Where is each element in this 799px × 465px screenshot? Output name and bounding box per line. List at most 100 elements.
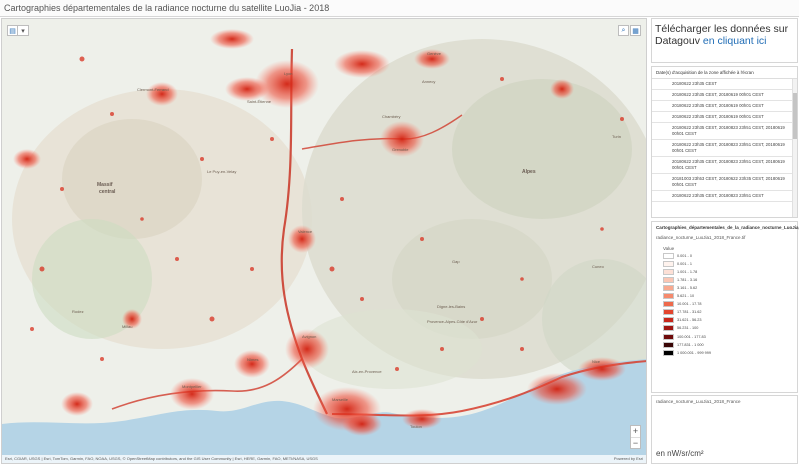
legend-item-label: 1.001 - 1.78	[677, 269, 698, 274]
zoom-control: + −	[630, 425, 641, 449]
attribution-text: Esri, CGIAR, USGS | Esri, TomTom, Garmin…	[5, 456, 318, 461]
legend-swatch	[663, 301, 674, 308]
legend-panel: Cartographies_départementales_de_la_radi…	[651, 221, 799, 393]
legend-item: 31.621 - 56.23	[663, 317, 793, 324]
legend-item: 0.001 - 1	[663, 260, 793, 267]
legend-item: 17.781 - 31.62	[663, 309, 793, 316]
download-text: Télécharger les données sur Datagouv en …	[655, 23, 794, 47]
legend-swatch	[663, 309, 674, 316]
map-label: Cuneo	[592, 264, 604, 269]
map-label: Digne-les-Bains	[437, 304, 466, 309]
legend-item: 0.001 - 0	[663, 252, 793, 259]
zoom-in-button[interactable]: +	[631, 426, 640, 437]
map-label: Alpes	[522, 169, 536, 175]
legend-swatch	[663, 341, 674, 348]
table-row: 20180622 23h35 CEST, 20180619 00h01 CEST	[652, 112, 797, 123]
map-label: Rodez	[72, 309, 84, 314]
table-row: 20180622 23h35 CEST, 20180823 23h51 CEST…	[652, 140, 797, 157]
legend-item-label: 1 000.001 - 999 999	[677, 350, 711, 355]
legend-item: 1.001 - 1.78	[663, 268, 793, 275]
legend-item-label: 100.001 - 177.83	[677, 334, 706, 339]
table-row: 20180622 23h35 CEST, 20180823 23h51 CEST	[652, 191, 797, 202]
legend-item-label: 3.161 - 5.62	[677, 285, 698, 290]
legend-item-label: 17.781 - 31.62	[677, 310, 702, 315]
table-row: 20181003 23h53 CEST, 20180622 23h35 CEST…	[652, 174, 797, 191]
map-label: Avignon	[302, 334, 317, 339]
map-label: Grenoble	[392, 147, 409, 152]
map-label: Toulon	[410, 424, 422, 429]
legend-items: 0.001 - 0 0.001 - 1 1.001 - 1.78 1.781 - 3.…	[656, 252, 793, 356]
map-label: Annecy	[422, 79, 436, 84]
legend-item-label: 177.831 - 1 000	[677, 342, 704, 347]
legend-swatch	[663, 252, 674, 259]
legend-file-name: radiance_nocturne_LuoJia1_2018_France.ti…	[656, 234, 746, 240]
table-row: 20180622 23h35 CEST, 20180619 00h01 CEST	[652, 90, 797, 101]
legend-layer-title: Cartographies_départementales_de_la_radi…	[656, 225, 799, 230]
legend-swatch	[663, 276, 674, 283]
legend-swatch	[663, 293, 674, 300]
map-label: Montpellier	[182, 384, 202, 389]
map-label: Gap	[452, 259, 460, 264]
table-row: 20180622 23h35 CEST, 20180823 23h51 CEST…	[652, 123, 797, 140]
map-label: Turin	[612, 134, 621, 139]
map-label: Massif	[97, 182, 113, 188]
legend-item: 1 000.001 - 999 999	[663, 349, 793, 356]
dates-scrollbar[interactable]	[792, 79, 797, 217]
table-row: 20180622 23h35 CEST, 20180823 23h51 CEST…	[652, 157, 797, 174]
legend-item: 177.831 - 1 000	[663, 341, 793, 348]
unit-layer-name: radiance_nocturne_LuoJia1_2018_France	[656, 399, 741, 404]
legend-item: 10.001 - 17.78	[663, 301, 793, 308]
map-label: Genève	[427, 51, 442, 56]
legend-item-label: 5.621 - 10	[677, 294, 695, 299]
legend-item: 3.161 - 5.62	[663, 284, 793, 291]
legend-item-label: 31.621 - 56.23	[677, 318, 702, 323]
table-row: 20180622 23h35 CEST	[652, 79, 797, 90]
app-window: Cartographies départementales de la radi…	[0, 0, 799, 465]
map-label: Lyon	[284, 71, 293, 76]
download-panel: Télécharger les données sur Datagouv en …	[651, 18, 798, 63]
layers-icon[interactable]: ▦	[630, 25, 641, 36]
legend-swatch	[663, 349, 674, 356]
map-basemap	[2, 19, 646, 463]
search-icon[interactable]: ⌕	[618, 25, 629, 36]
map-label: Aix-en-Provence	[352, 369, 382, 374]
legend-item: 56.231 - 100	[663, 325, 793, 332]
map-label: central	[99, 189, 116, 195]
unit-panel: radiance_nocturne_LuoJia1_2018_France en…	[651, 395, 798, 464]
zoom-out-button[interactable]: −	[631, 437, 640, 448]
map-view[interactable]: Massif central Alpes Provence-Alpes-Côte…	[1, 18, 647, 464]
acquisition-dates-panel: Date(s) d'acquisition de la zone affiché…	[651, 66, 798, 218]
legend-item: 1.781 - 3.16	[663, 276, 793, 283]
chevron-down-icon[interactable]: ▾	[18, 25, 29, 36]
legend-item-label: 0.001 - 0	[677, 253, 692, 258]
map-label: Chambéry	[382, 114, 401, 119]
table-row: 20180622 23h35 CEST, 20180619 00h01 CEST	[652, 101, 797, 112]
legend-swatch	[663, 268, 674, 275]
unit-label: en nW/sr/cm²	[656, 449, 704, 458]
scrollbar-thumb[interactable]	[793, 93, 797, 139]
map-label: Millau	[122, 324, 133, 329]
map-label: Provence-Alpes-Côte d'Azur	[427, 319, 478, 324]
legend-item-label: 56.231 - 100	[677, 326, 699, 331]
legend-item-label: 1.781 - 3.16	[677, 277, 698, 282]
basemap-toggle-icon[interactable]: ▤	[7, 25, 18, 36]
legend-swatch	[663, 333, 674, 340]
legend-swatch	[663, 260, 674, 267]
legend-swatch	[663, 325, 674, 332]
map-attribution: Esri, CGIAR, USGS | Esri, TomTom, Garmin…	[2, 455, 646, 463]
acquisition-dates-header: Date(s) d'acquisition de la zone affiché…	[652, 67, 797, 79]
legend-item: 5.621 - 10	[663, 293, 793, 300]
legend-swatch	[663, 284, 674, 291]
map-label: Le Puy-en-Velay	[207, 169, 237, 174]
legend-item-label: 10.001 - 17.78	[677, 302, 702, 307]
map-label: Nice	[592, 359, 601, 364]
download-link[interactable]: en cliquant ici	[703, 35, 767, 47]
legend-item-label: 0.001 - 1	[677, 261, 692, 266]
app-title: Cartographies départementales de la radi…	[0, 0, 799, 17]
legend-item: 100.001 - 177.83	[663, 333, 793, 340]
legend-swatch	[663, 317, 674, 324]
legend-value-label: Value	[663, 245, 675, 251]
powered-by-esri-link[interactable]: Powered by Esri	[614, 455, 643, 463]
map-label: Clermont-Ferrand	[137, 87, 169, 92]
map-label: Saint-Étienne	[247, 99, 272, 104]
